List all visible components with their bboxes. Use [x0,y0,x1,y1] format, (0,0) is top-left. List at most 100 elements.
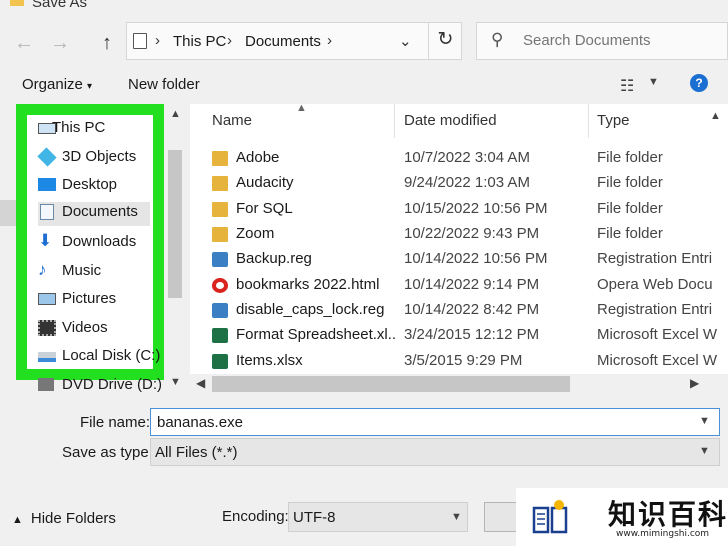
nav-item-desktop[interactable]: Desktop [38,175,150,199]
file-name-input[interactable] [157,414,677,431]
view-options-icon[interactable]: ☷ [620,76,634,96]
nav-item-dvd-drive[interactable]: DVD Drive (D:) W [38,376,178,396]
scroll-down-icon[interactable]: ▼ [170,376,181,388]
document-icon [40,204,54,220]
hide-folders-button[interactable]: ▲ Hide Folders [12,510,116,527]
dvd-drive-icon [38,378,54,391]
file-type: File folder [597,149,663,166]
nav-item-label: DVD Drive (D:) W [62,376,178,393]
chevron-down-icon: ▾ [87,81,93,92]
file-type: Registration Entri [597,301,713,318]
table-row[interactable]: For SQL 10/15/2022 10:56 PM File folder [190,198,728,223]
file-name: Backup.reg [236,250,312,267]
nav-item-3d-objects[interactable]: 3D Objects [37,147,150,171]
nav-item-music[interactable]: ♪ Music [38,261,150,285]
nav-item-local-disk[interactable]: Local Disk (C:) [38,346,160,370]
file-name: Items.xlsx [236,352,303,369]
excel-icon [212,354,228,369]
breadcrumb-documents[interactable]: Documents [245,33,321,50]
file-name: Zoom [236,225,275,242]
scrollbar-thumb[interactable] [168,150,182,298]
file-type: Registration Entri [597,250,713,267]
pictures-icon [38,293,56,305]
nav-item-label: Desktop [62,176,118,193]
scroll-up-icon[interactable]: ▲ [170,108,181,120]
table-row[interactable]: Backup.reg 10/14/2022 10:56 PM Registrat… [190,248,728,273]
horizontal-scrollbar[interactable]: ◀ ▶ [190,374,728,394]
table-row[interactable]: Adobe 10/7/2022 3:04 AM File folder [190,147,728,172]
table-row[interactable]: Audacity 9/24/2022 1:03 AM File folder [190,172,728,197]
file-date: 10/14/2022 10:56 PM [404,250,548,267]
file-type: File folder [597,200,663,217]
search-icon: ⚲ [491,30,504,49]
scroll-up-icon[interactable]: ▲ [710,110,721,122]
forward-arrow-icon[interactable]: → [50,32,70,55]
nav-item-label: Music [62,262,102,279]
file-date: 9/24/2022 1:03 AM [404,174,530,191]
scroll-right-icon[interactable]: ▶ [690,376,699,390]
file-date: 3/5/2015 9:29 PM [404,352,523,369]
chevron-down-icon[interactable]: ▼ [699,445,710,457]
table-row[interactable]: bookmarks 2022.html 10/14/2022 9:14 PM O… [190,274,728,299]
table-row[interactable]: Items.xlsx 3/5/2015 9:29 PM Microsoft Ex… [190,350,728,375]
file-date: 10/14/2022 8:42 PM [404,301,540,318]
scroll-left-icon[interactable]: ◀ [196,376,205,390]
up-arrow-icon[interactable]: ↑ [102,32,112,55]
address-bar[interactable]: › This PC › Documents › ⌄ [126,22,462,60]
title-bar: Save As [0,0,728,12]
chevron-down-icon[interactable]: ⌄ [399,32,412,50]
folder-icon [212,227,228,242]
nav-scrollbar[interactable]: ▲ ▼ [166,104,186,394]
table-row[interactable]: disable_caps_lock.reg 10/14/2022 8:42 PM… [190,299,728,324]
column-divider[interactable] [394,104,395,138]
organize-button[interactable]: Organize ▾ [22,76,92,93]
search-input[interactable] [523,32,723,49]
table-row[interactable]: Zoom 10/22/2022 9:43 PM File folder [190,223,728,248]
chevron-down-icon[interactable]: ▼ [648,76,659,88]
search-box[interactable]: ⚲ [476,22,728,60]
file-name-field[interactable]: ▼ [150,408,720,436]
table-row[interactable]: Format Spreadsheet.xl... 3/24/2015 12:12… [190,324,728,349]
chevron-down-icon[interactable]: ▼ [451,511,462,523]
new-folder-button[interactable]: New folder [128,76,200,93]
chevron-right-icon[interactable]: › [227,32,232,49]
column-header-name[interactable]: Name [212,112,252,129]
download-arrow-icon: ⬇ [38,231,53,250]
nav-item-label: Local Disk (C:) [62,347,161,364]
scrollbar-thumb[interactable] [212,376,570,392]
nav-item-this-pc[interactable]: This PC [38,118,150,142]
help-button[interactable]: ? [690,74,708,92]
file-date: 10/15/2022 10:56 PM [404,200,548,217]
nav-item-downloads[interactable]: ⬇ Downloads [38,232,150,256]
encoding-value: UTF-8 [293,509,336,526]
file-date: 3/24/2015 12:12 PM [404,326,540,343]
chevron-down-icon[interactable]: ▼ [699,415,710,427]
file-name: Adobe [236,149,280,166]
file-date: 10/7/2022 3:04 AM [404,149,530,166]
nav-item-videos[interactable]: Videos [38,318,150,342]
encoding-select[interactable]: UTF-8 ▼ [288,502,468,532]
save-type-select[interactable]: All Files (*.*) ▼ [150,438,720,466]
file-date: 10/22/2022 9:43 PM [404,225,540,242]
excel-icon [212,328,228,343]
column-header-date[interactable]: Date modified [404,112,497,129]
film-icon [38,320,56,336]
column-divider[interactable] [588,104,589,138]
column-header-type[interactable]: Type [597,112,630,129]
save-type-value: All Files (*.*) [155,444,238,461]
organize-label: Organize [22,76,83,93]
file-name: Audacity [236,174,294,191]
nav-item-documents[interactable]: Documents [38,202,150,226]
file-name-label: File name: [80,414,151,431]
back-arrow-icon[interactable]: ← [14,32,34,55]
chevron-right-icon[interactable]: › [327,32,332,49]
refresh-button[interactable]: ↻ [428,22,462,60]
window-title: Save As [32,0,88,11]
nav-item-pictures[interactable]: Pictures [38,289,150,313]
hide-folders-label: Hide Folders [30,510,116,527]
breadcrumb-this-pc[interactable]: This PC [173,33,226,50]
folder-icon [212,151,228,166]
chevron-right-icon[interactable]: › [155,32,160,49]
encoding-label: Encoding: [222,508,289,525]
file-type: Microsoft Excel W [597,352,718,369]
